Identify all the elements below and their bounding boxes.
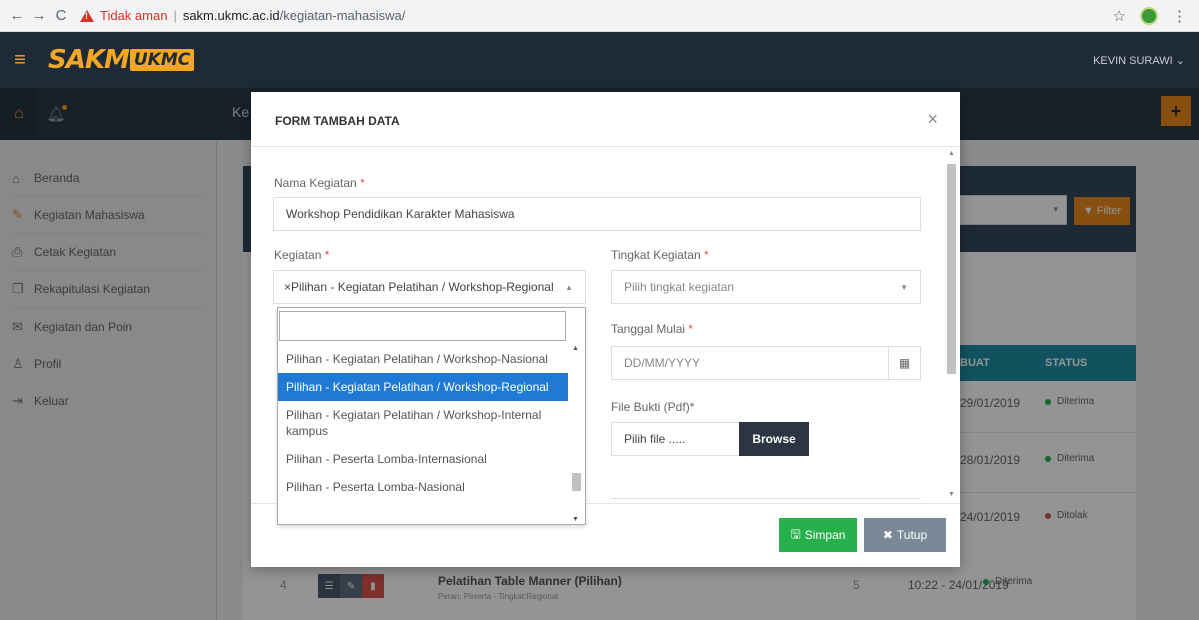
nama-kegiatan-label: Nama Kegiatan * bbox=[274, 176, 365, 190]
forward-icon[interactable]: → bbox=[28, 7, 50, 24]
dropdown-option[interactable]: Pilihan - Kegiatan Pelatihan / Workshop-… bbox=[278, 401, 568, 445]
logo-main-text: SAKM bbox=[48, 45, 130, 75]
tanggal-mulai-input[interactable]: DD/MM/YYYY ▦ bbox=[611, 346, 921, 380]
modal-header: FORM TAMBAH DATA × bbox=[251, 92, 960, 147]
kegiatan-label: Kegiatan * bbox=[274, 248, 330, 262]
bookmark-star-icon[interactable]: ☆ bbox=[1113, 7, 1126, 25]
nama-kegiatan-input[interactable]: Workshop Pendidikan Karakter Mahasiswa bbox=[273, 197, 921, 231]
dropdown-option-selected[interactable]: Pilihan - Kegiatan Pelatihan / Workshop-… bbox=[278, 373, 568, 401]
browser-toolbar: ← → C Tidak aman | sakm.ukmc.ac.id/kegia… bbox=[0, 0, 1199, 32]
tanggal-mulai-label: Tanggal Mulai * bbox=[611, 322, 694, 336]
file-bukti-label: File Bukti (Pdf)* bbox=[611, 400, 695, 414]
user-menu[interactable]: KEVIN SURAWI ⌄ bbox=[1093, 54, 1199, 67]
scrollbar-thumb[interactable] bbox=[572, 473, 581, 491]
app-header: ≡ SAKM UKMC KEVIN SURAWI ⌄ bbox=[0, 32, 1199, 88]
dropdown-option[interactable]: Pilihan - Kegiatan Pelatihan / Workshop-… bbox=[278, 345, 568, 373]
modal-scrollbar[interactable]: ▲ ▼ bbox=[947, 150, 956, 498]
reload-icon[interactable]: C bbox=[50, 7, 72, 24]
nama-kegiatan-value: Workshop Pendidikan Karakter Mahasiswa bbox=[286, 207, 515, 221]
dropdown-search-input[interactable] bbox=[279, 311, 566, 341]
save-icon: 🖫︎ bbox=[790, 526, 801, 541]
url-path: /kegiatan-mahasiswa/ bbox=[279, 8, 406, 23]
dropdown-option[interactable]: Pilihan - Peserta Lomba-Nasional bbox=[278, 473, 568, 501]
security-indicator[interactable]: Tidak aman bbox=[100, 8, 167, 23]
scroll-up-icon[interactable]: ▲ bbox=[572, 345, 579, 352]
scroll-up-icon[interactable]: ▲ bbox=[948, 150, 955, 157]
back-icon[interactable]: ← bbox=[6, 7, 28, 24]
browser-menu-icon[interactable]: ⋮ bbox=[1172, 7, 1187, 25]
close-icon: ✖ bbox=[882, 528, 893, 542]
chevron-down-icon: ▼ bbox=[900, 283, 908, 292]
app-logo[interactable]: SAKM UKMC bbox=[48, 45, 195, 75]
hamburger-menu-icon[interactable]: ≡ bbox=[0, 49, 40, 72]
kegiatan-selected-value: ×Pilihan - Kegiatan Pelatihan / Workshop… bbox=[284, 280, 554, 294]
kegiatan-dropdown: Pilihan - Kegiatan Pelatihan / Workshop-… bbox=[277, 307, 586, 525]
close-button[interactable]: ✖ Tutup bbox=[864, 518, 946, 552]
address-bar[interactable]: Tidak aman | sakm.ukmc.ac.id/kegiatan-ma… bbox=[80, 4, 405, 28]
calendar-icon[interactable]: ▦ bbox=[888, 347, 920, 379]
tanggal-mulai-placeholder: DD/MM/YYYY bbox=[624, 356, 701, 370]
browse-button[interactable]: Browse bbox=[739, 422, 809, 456]
url-separator: | bbox=[173, 8, 177, 23]
file-bukti-input[interactable]: Pilih file ..... bbox=[611, 422, 741, 456]
dropdown-option[interactable]: Pilihan - Peserta Lomba-Internasional bbox=[278, 445, 568, 473]
kegiatan-select[interactable]: ×Pilihan - Kegiatan Pelatihan / Workshop… bbox=[273, 270, 586, 304]
extension-icon[interactable] bbox=[1140, 6, 1158, 25]
tingkat-kegiatan-select[interactable]: Pilih tingkat kegiatan ▼ bbox=[611, 270, 921, 304]
scrollbar-thumb[interactable] bbox=[947, 164, 956, 374]
tingkat-kegiatan-placeholder: Pilih tingkat kegiatan bbox=[624, 280, 735, 294]
browser-actions: ☆ ⋮ bbox=[1113, 6, 1199, 25]
warning-icon bbox=[80, 9, 94, 22]
close-icon[interactable]: × bbox=[927, 109, 938, 130]
modal-title: FORM TAMBAH DATA bbox=[275, 114, 400, 128]
dropdown-options: Pilihan - Kegiatan Pelatihan / Workshop-… bbox=[278, 345, 568, 525]
file-bukti-placeholder: Pilih file ..... bbox=[624, 432, 686, 446]
scroll-down-icon[interactable]: ▼ bbox=[948, 491, 955, 498]
scroll-down-icon[interactable]: ▼ bbox=[572, 516, 579, 523]
tingkat-kegiatan-label: Tingkat Kegiatan * bbox=[611, 248, 709, 262]
close-label: Tutup bbox=[896, 528, 928, 542]
save-button[interactable]: 🖫︎ Simpan bbox=[779, 518, 857, 552]
dropdown-scrollbar[interactable]: ▲ ▼ bbox=[570, 345, 582, 523]
chevron-up-icon: ▲ bbox=[565, 283, 573, 292]
save-label: Simpan bbox=[804, 528, 846, 542]
logo-sub-text: UKMC bbox=[129, 49, 195, 71]
url-host: sakm.ukmc.ac.id bbox=[182, 8, 280, 23]
